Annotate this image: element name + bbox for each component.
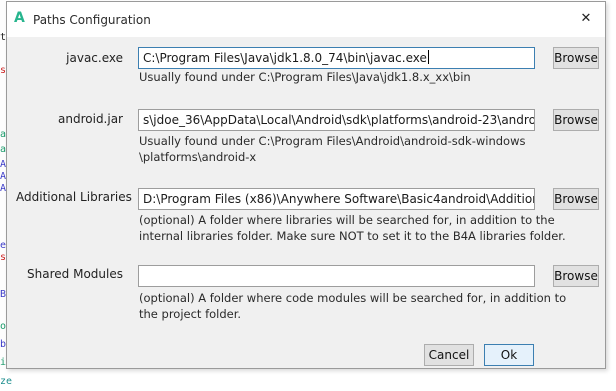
android-jar-path-value: s\jdoe_36\AppData\Local\Android\sdk\plat… (143, 113, 535, 127)
additional-libraries-hint-line2: internal libraries folder. Make sure NOT… (139, 229, 566, 243)
javac-path-input[interactable]: C:\Program Files\Java\jdk1.8.0_74\bin\ja… (138, 47, 535, 69)
title-bar[interactable]: A Paths Configuration ✕ (7, 2, 605, 37)
additional-libraries-path-value: D:\Program Files (x86)\Anywhere Software… (143, 192, 534, 206)
background-window-bottom: ze (0, 370, 616, 391)
shared-modules-hint-line2: the project folder. (139, 307, 242, 321)
additional-libraries-path-input[interactable]: D:\Program Files (x86)\Anywhere Software… (138, 188, 535, 210)
close-icon[interactable]: ✕ (573, 7, 599, 31)
android-jar-hint-line2: \platforms\android-x (139, 150, 257, 164)
android-jar-path-input[interactable]: s\jdoe_36\AppData\Local\Android\sdk\plat… (138, 109, 535, 131)
javac-label: javac.exe (66, 51, 123, 65)
additional-libraries-browse-button[interactable]: Browse (553, 188, 599, 210)
shared-modules-browse-button[interactable]: Browse (553, 265, 599, 287)
android-jar-hint-line1: Usually found under C:\Program Files\And… (139, 134, 526, 148)
cancel-button[interactable]: Cancel (424, 344, 474, 366)
android-jar-label: android.jar (58, 112, 123, 126)
ok-button[interactable]: Ok (484, 344, 534, 366)
text-caret (427, 50, 429, 64)
android-jar-browse-button[interactable]: Browse (553, 109, 599, 131)
additional-libraries-label: Additional Libraries (16, 190, 132, 204)
shared-modules-path-input[interactable] (138, 265, 535, 287)
shared-modules-hint-line1: (optional) A folder where code modules w… (139, 291, 567, 305)
additional-libraries-hint-line1: (optional) A folder where libraries will… (139, 213, 555, 227)
background-text: ze (0, 376, 13, 387)
javac-hint: Usually found under C:\Program Files\Jav… (139, 70, 471, 84)
paths-configuration-dialog: A Paths Configuration ✕ javac.exe C:\Pro… (6, 1, 606, 369)
javac-path-value: C:\Program Files\Java\jdk1.8.0_74\bin\ja… (143, 51, 427, 65)
shared-modules-label: Shared Modules (27, 267, 123, 281)
javac-browse-button[interactable]: Browse (553, 47, 599, 69)
b4a-app-icon: A (14, 10, 25, 26)
dialog-title: Paths Configuration (33, 13, 151, 27)
